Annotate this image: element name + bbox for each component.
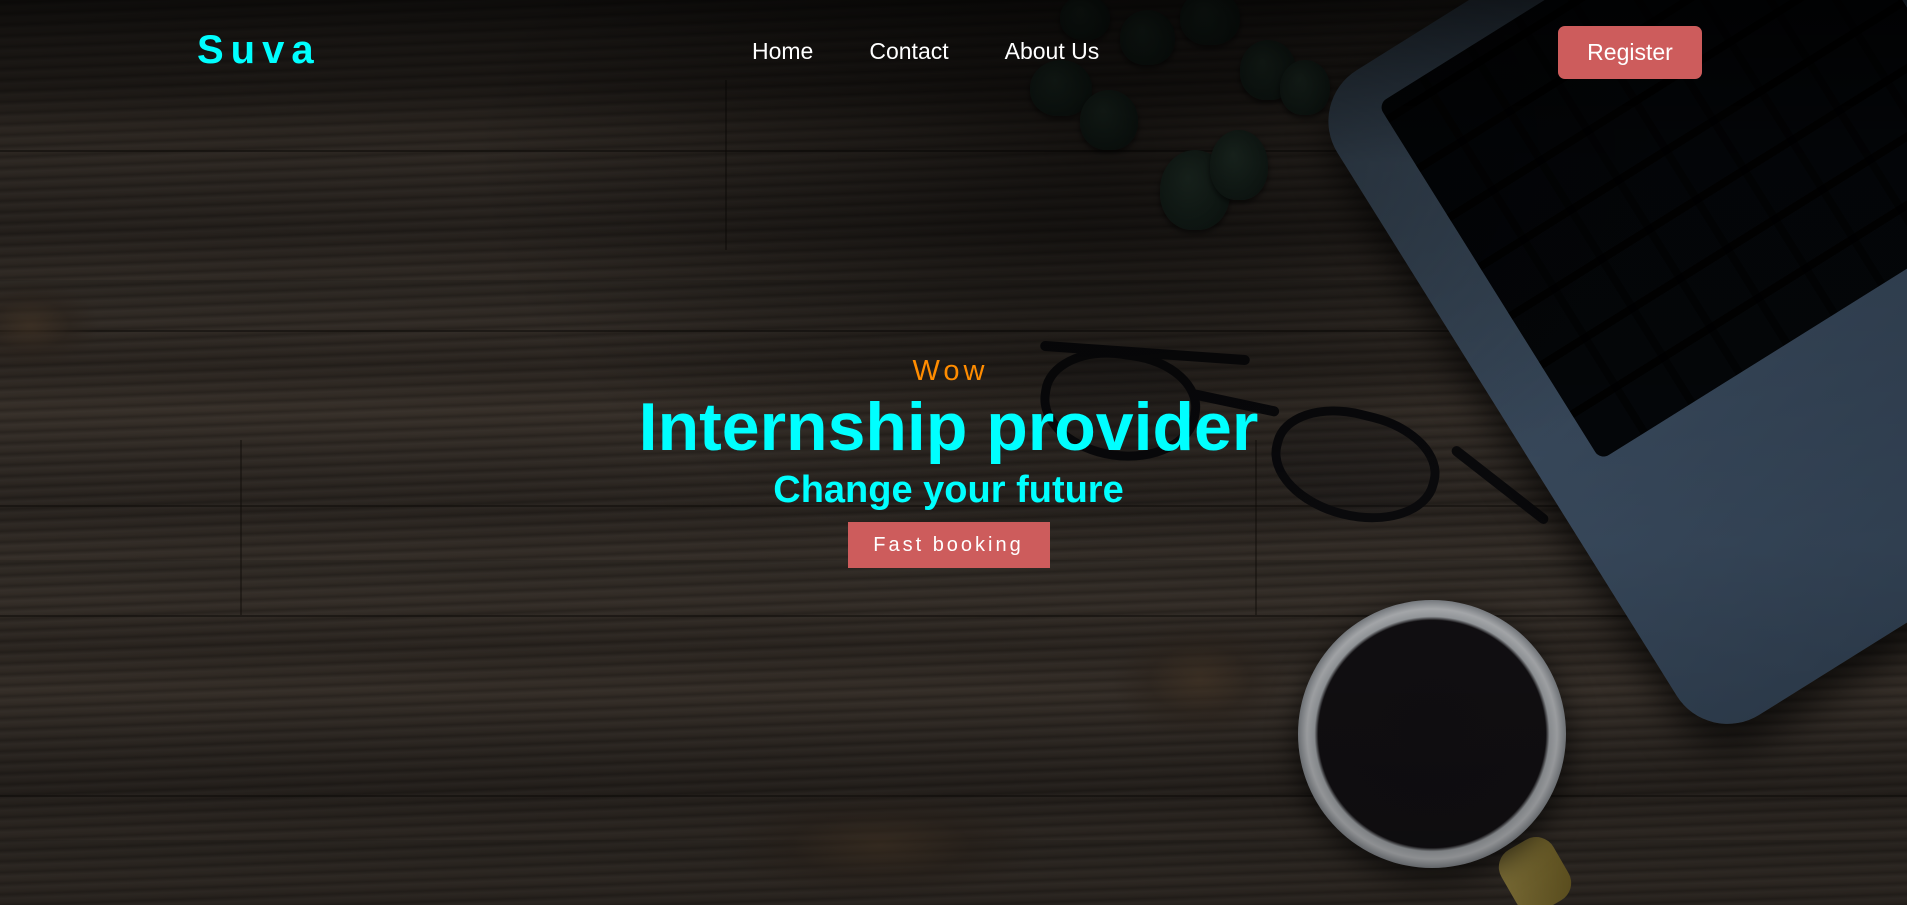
nav-link-about-us[interactable]: About Us (1005, 38, 1100, 65)
register-button[interactable]: Register (1558, 26, 1702, 79)
hero-kicker: Wow (912, 355, 989, 387)
nav-link-contact[interactable]: Contact (869, 38, 948, 65)
nav-link-home[interactable]: Home (752, 38, 813, 65)
hero-subtitle: Change your future (773, 469, 1124, 511)
logo[interactable]: Suva (197, 28, 321, 73)
main-nav: Home Contact About Us (752, 38, 1155, 65)
hero-title: Internship provider (638, 389, 1259, 465)
hero-section: Wow Internship provider Change your futu… (0, 348, 1897, 568)
fast-booking-button[interactable]: Fast booking (847, 522, 1050, 568)
site-header: Suva Home Contact About Us Register (0, 0, 1907, 106)
